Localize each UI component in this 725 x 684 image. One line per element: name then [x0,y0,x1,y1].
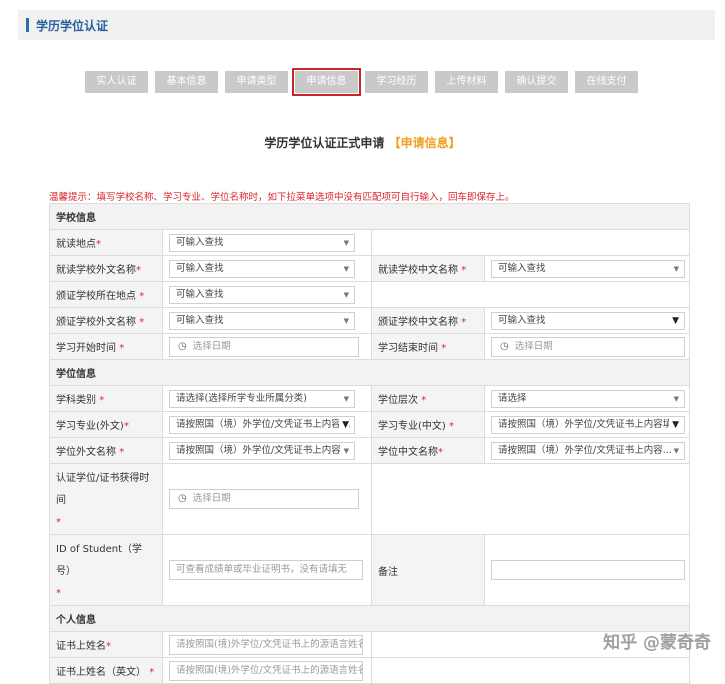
degree-chinese-select[interactable]: 请按照国（境）外学位/文凭证书上内容... ▼ [491,441,685,460]
chevron-down-icon: ▼ [673,264,679,273]
obtain-time-date[interactable]: ◷ 选择日期 [169,489,359,509]
major-foreign-label: 学习专业(外文)* [49,411,163,438]
issuer-chinese-label: 颁证学校中文名称 * [371,307,485,334]
chevron-down-icon: ▼ [669,416,679,433]
cert-name-label: 证书上姓名* [49,631,163,658]
issuer-chinese-select[interactable]: 可输入查找 ▼ [491,311,685,330]
clock-icon: ◷ [178,493,187,504]
issuer-foreign-label: 颁证学校外文名称 * [49,307,163,334]
section-degree: 学位信息 [49,359,690,386]
chevron-down-icon: ▼ [343,394,349,403]
chevron-down-icon: ▼ [670,442,679,459]
warm-tip: 温馨提示：填写学校名称、学习专业、学位名称时，如下拉菜单选项中没有匹配项可自行输… [49,192,515,203]
step-study-history[interactable]: 学习经历 [365,71,428,93]
degree-foreign-label: 学位外文名称 * [49,437,163,464]
degree-level-label: 学位层次 * [371,385,485,412]
study-end-date[interactable]: ◷ 选择日期 [491,336,685,357]
issuer-foreign-select[interactable]: 可输入查找 ▼ [169,311,355,330]
major-chinese-select[interactable]: 请按照国（境）外学位/文凭证书上内容填 ▼ [491,415,685,434]
chevron-down-icon: ▼ [340,442,349,459]
school-foreign-label: 就读学校外文名称* [49,255,163,282]
chevron-down-icon: ▼ [673,394,679,403]
section-personal: 个人信息 [49,605,690,632]
step-apply-info[interactable]: 申请信息 [292,68,361,96]
school-chinese-label: 就读学校中文名称 * [371,255,485,282]
form-heading-highlight: 【申请信息】 [388,136,461,150]
step-payment[interactable]: 在线支付 [575,71,638,93]
page-title: 学历学位认证 [36,19,109,33]
degree-level-select[interactable]: 请选择 ▼ [491,389,685,408]
cert-name-input[interactable]: 请按照国(境)外学位/文凭证书上的源语言姓名填 [169,634,363,655]
school-foreign-select[interactable]: 可输入查找 ▼ [169,259,355,278]
student-id-input[interactable]: 可查看成绩单或毕业证明书，没有请填无 [169,560,363,580]
study-location-label: 就读地点* [49,229,163,256]
clock-icon: ◷ [178,340,187,352]
page-header: 学历学位认证 [18,10,715,40]
discipline-label: 学科类别 * [49,385,163,412]
major-foreign-select[interactable]: 请按照国（境）外学位/文凭证书上内容填 ▼ [169,415,355,434]
issuer-location-select[interactable]: 可输入查找 ▼ [169,285,355,304]
student-id-label: ID of Student（学号） * [49,534,163,606]
chevron-down-icon: ▼ [672,315,679,326]
remark-label: 备注 [371,534,485,606]
step-confirm[interactable]: 确认提交 [505,71,568,93]
header-accent-bar [26,18,29,32]
study-location-select[interactable]: 可输入查找 ▼ [169,233,355,252]
step-upload[interactable]: 上传材料 [435,71,498,93]
discipline-select[interactable]: 请选择(选择所学专业所属分类) ▼ [169,389,355,408]
major-chinese-label: 学习专业(中文) * [371,411,485,438]
study-end-label: 学习结束时间 * [371,333,485,360]
remark-input[interactable] [491,560,685,580]
step-apply-type[interactable]: 申请类型 [225,71,288,93]
watermark: 知乎 @蒙奇奇 [603,633,711,653]
study-start-label: 学习开始时间 * [49,333,163,360]
school-chinese-select[interactable]: 可输入查找 ▼ [491,259,685,278]
study-start-date[interactable]: ◷ 选择日期 [169,336,359,357]
chevron-down-icon: ▼ [343,316,349,325]
chevron-down-icon: ▼ [343,238,349,247]
degree-chinese-label: 学位中文名称* [371,437,485,464]
form-heading: 学历学位认证正式申请 【申请信息】 [0,134,725,151]
section-school: 学校信息 [49,203,690,230]
clock-icon: ◷ [500,340,509,352]
chevron-down-icon: ▼ [343,290,349,299]
chevron-down-icon: ▼ [339,416,349,433]
application-form: 学校信息 就读地点* 可输入查找 ▼ 就读学校外文名称* 可输入查找 ▼ 就读学校中… [49,203,690,684]
form-heading-main: 学历学位认证正式申请 [264,136,385,150]
step-real-name[interactable]: 实人认证 [85,71,148,93]
issuer-location-label: 颁证学校所在地点 * [49,281,163,308]
chevron-down-icon: ▼ [343,264,349,273]
degree-foreign-select[interactable]: 请按照国（境）外学位/文凭证书上内容... ▼ [169,441,355,460]
obtain-time-label: 认证学位/证书获得时间 * [49,463,163,535]
step-basic-info[interactable]: 基本信息 [155,71,218,93]
